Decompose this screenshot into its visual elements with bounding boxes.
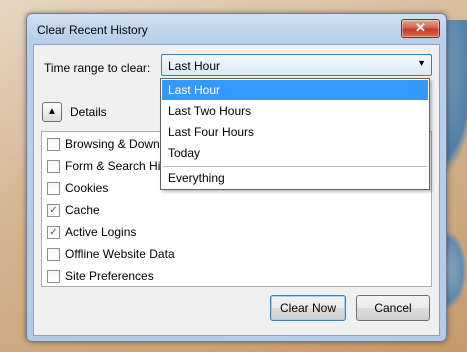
option-label: Last Hour — [168, 83, 221, 97]
dropdown-arrow-icon: ▼ — [417, 58, 426, 68]
item-label: Site Preferences — [65, 269, 154, 283]
dialog-title: Clear Recent History — [37, 23, 148, 37]
chevron-up-icon: ▲ — [47, 106, 57, 117]
time-range-select[interactable]: Last Hour ▼ — [161, 54, 432, 76]
browsing-history-checkbox[interactable] — [47, 138, 60, 151]
item-label: Offline Website Data — [65, 247, 175, 261]
title-bar[interactable]: Clear Recent History ✕ — [27, 14, 446, 44]
active-logins-checkbox[interactable]: ✓ — [47, 226, 60, 239]
item-label: Cache — [65, 203, 100, 217]
details-toggle-button[interactable]: ▲ — [42, 102, 62, 122]
cache-checkbox[interactable]: ✓ — [47, 204, 60, 217]
cancel-button[interactable]: Cancel — [356, 295, 430, 321]
option-label: Today — [168, 146, 201, 160]
time-range-label: Time range to clear: — [44, 61, 151, 75]
option-label: Everything — [168, 171, 225, 185]
time-range-dropdown-list: Last Hour Last Two Hours Last Four Hours… — [160, 78, 430, 190]
form-search-history-checkbox[interactable] — [47, 160, 60, 173]
offline-website-data-checkbox[interactable] — [47, 248, 60, 261]
item-label: Active Logins — [65, 225, 137, 239]
item-label: Cookies — [65, 181, 109, 195]
option-label: Last Two Hours — [168, 104, 252, 118]
dropdown-option-today[interactable]: Today — [162, 143, 428, 163]
clear-now-button[interactable]: Clear Now — [270, 295, 346, 321]
close-icon: ✕ — [415, 20, 426, 35]
option-label: Last Four Hours — [168, 125, 255, 139]
dropdown-option-last-hour[interactable]: Last Hour — [162, 80, 428, 100]
dropdown-option-last-two-hours[interactable]: Last Two Hours — [162, 101, 428, 121]
dropdown-separator — [163, 166, 427, 167]
close-button[interactable]: ✕ — [401, 19, 440, 38]
time-range-selected-value: Last Hour — [168, 59, 221, 73]
dropdown-option-everything[interactable]: Everything — [162, 168, 428, 188]
site-preferences-checkbox[interactable] — [47, 270, 60, 283]
cookies-checkbox[interactable] — [47, 182, 60, 195]
details-label[interactable]: Details — [70, 105, 107, 119]
dropdown-option-last-four-hours[interactable]: Last Four Hours — [162, 122, 428, 142]
